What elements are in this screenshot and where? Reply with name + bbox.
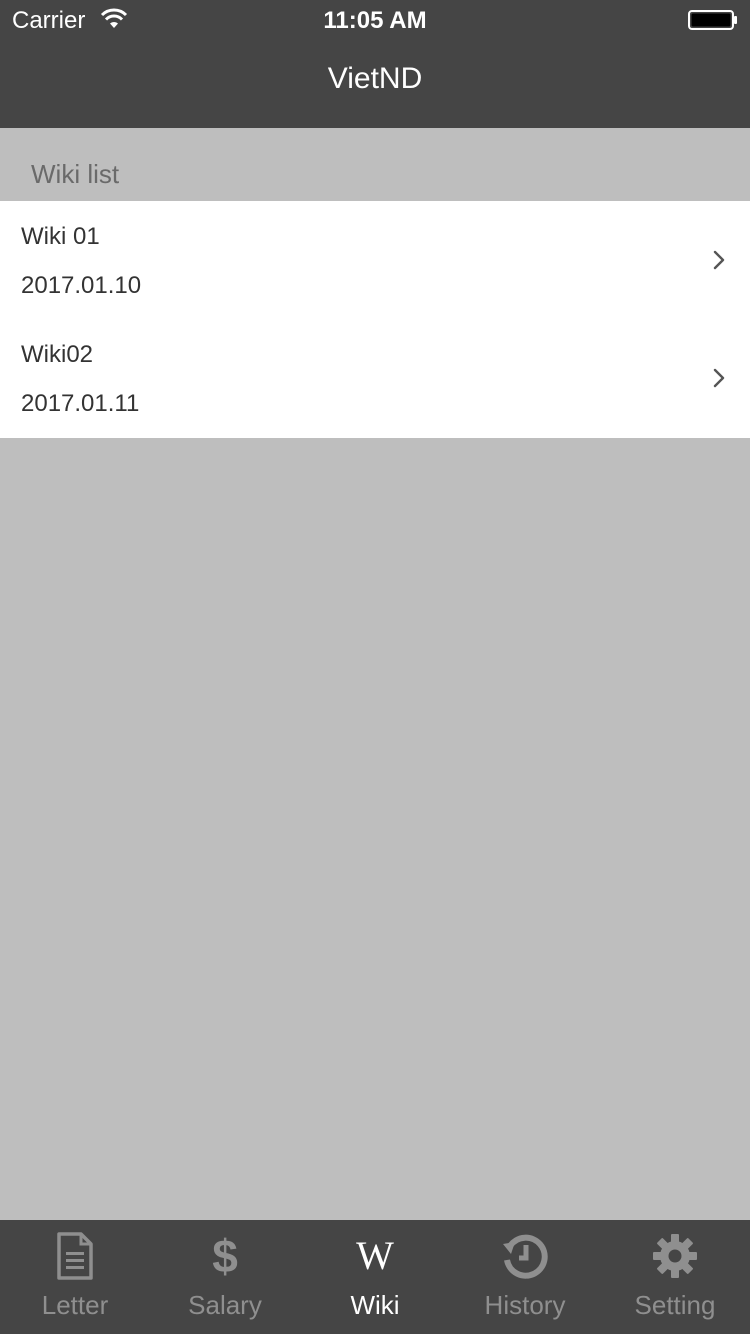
tab-label: Letter	[41, 1290, 109, 1320]
section-header: Wiki list	[0, 128, 750, 201]
tab-setting[interactable]: Setting	[600, 1220, 750, 1334]
tab-letter[interactable]: Letter	[0, 1220, 150, 1334]
wiki-list: Wiki 01 2017.01.10 Wiki02 2017.01.11	[0, 201, 750, 438]
wiki-item-title: Wiki02	[21, 341, 94, 368]
tab-label: Wiki	[350, 1290, 400, 1320]
wiki-item-date: 2017.01.10	[21, 272, 142, 299]
status-time: 11:05 AM	[323, 7, 427, 34]
wiki-list-item[interactable]: Wiki 01 2017.01.10	[0, 201, 750, 320]
tab-wiki[interactable]: W Wiki	[300, 1220, 450, 1334]
tab-salary[interactable]: $ Salary	[150, 1220, 300, 1334]
screen: Carrier 11:05 AM VietND Wiki list Wiki 0…	[0, 0, 750, 1334]
wikipedia-w-icon: W	[356, 1233, 394, 1278]
chevron-right-icon	[713, 368, 725, 388]
page-title: VietND	[327, 62, 423, 95]
tab-label: Setting	[634, 1290, 716, 1320]
tab-label: History	[484, 1290, 566, 1320]
history-icon	[501, 1232, 549, 1280]
section-title: Wiki list	[31, 159, 120, 189]
chevron-right-icon	[713, 250, 725, 270]
status-bar: Carrier 11:05 AM	[0, 0, 750, 40]
tab-history[interactable]: History	[450, 1220, 600, 1334]
dollar-icon: $	[212, 1230, 238, 1282]
battery-icon	[688, 10, 737, 30]
tab-bar: Letter $ Salary W Wiki History Setting	[0, 1220, 750, 1334]
wiki-list-item[interactable]: Wiki02 2017.01.11	[0, 319, 750, 438]
navigation-bar: Carrier 11:05 AM VietND	[0, 0, 750, 128]
wiki-item-title: Wiki 01	[21, 223, 100, 250]
tab-label: Salary	[188, 1290, 262, 1320]
document-icon	[51, 1232, 99, 1280]
gear-icon	[651, 1232, 699, 1280]
wiki-item-date: 2017.01.11	[21, 390, 140, 417]
